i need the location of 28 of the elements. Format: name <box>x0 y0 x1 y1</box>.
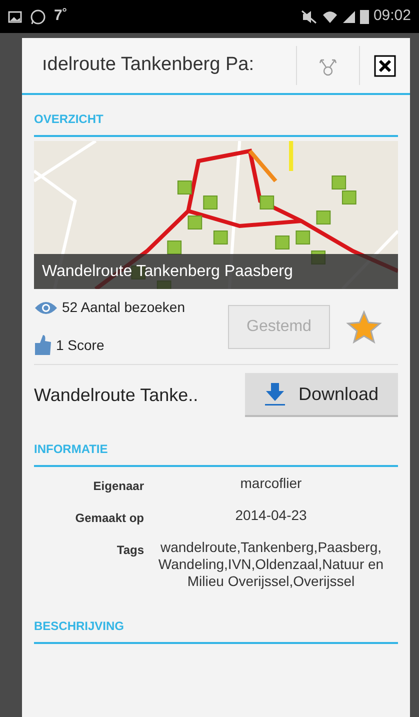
field-label: Gemaakt op <box>74 510 144 527</box>
download-icon <box>264 382 286 406</box>
field-label: Tags <box>116 542 144 559</box>
signal-icon <box>342 10 356 24</box>
favorite-star-button[interactable] <box>346 310 382 344</box>
route-name: Wandelroute Tanke.. <box>34 384 198 406</box>
section-heading: OVERZICHT <box>34 112 104 126</box>
field-label: Eigenaar <box>92 478 144 495</box>
clock-text: 09:02 <box>373 6 411 26</box>
wifi-icon <box>322 10 338 24</box>
visits-count: 52 Aantal bezoeken <box>62 298 185 317</box>
score-count: 1 Score <box>56 336 104 354</box>
map-caption: Wandelroute Tankenberg Paasberg <box>42 262 293 282</box>
field-value: marcoflier <box>239 475 303 492</box>
image-icon <box>8 10 22 22</box>
chat-icon <box>30 8 46 24</box>
field-value: 2014-04-23 <box>234 507 308 524</box>
mute-icon <box>300 10 318 24</box>
dialog-title: ıdelroute Tankenberg Pa: <box>42 53 254 78</box>
thumbs-up-icon <box>34 334 52 356</box>
section-heading: INFORMATIE <box>34 442 108 456</box>
section-heading: BESCHRIJVING <box>34 619 124 633</box>
field-value: wandelroute,Tankenberg,Paasberg, Wandeling,IVN,Oldenzaal,Natuur en Milieu Overijssel,Overijssel <box>157 539 385 590</box>
eye-icon <box>34 300 58 316</box>
download-button[interactable]: Download <box>245 373 398 417</box>
battery-icon <box>360 9 370 24</box>
notification-text: 7˚ <box>54 6 68 26</box>
close-icon <box>374 54 396 76</box>
